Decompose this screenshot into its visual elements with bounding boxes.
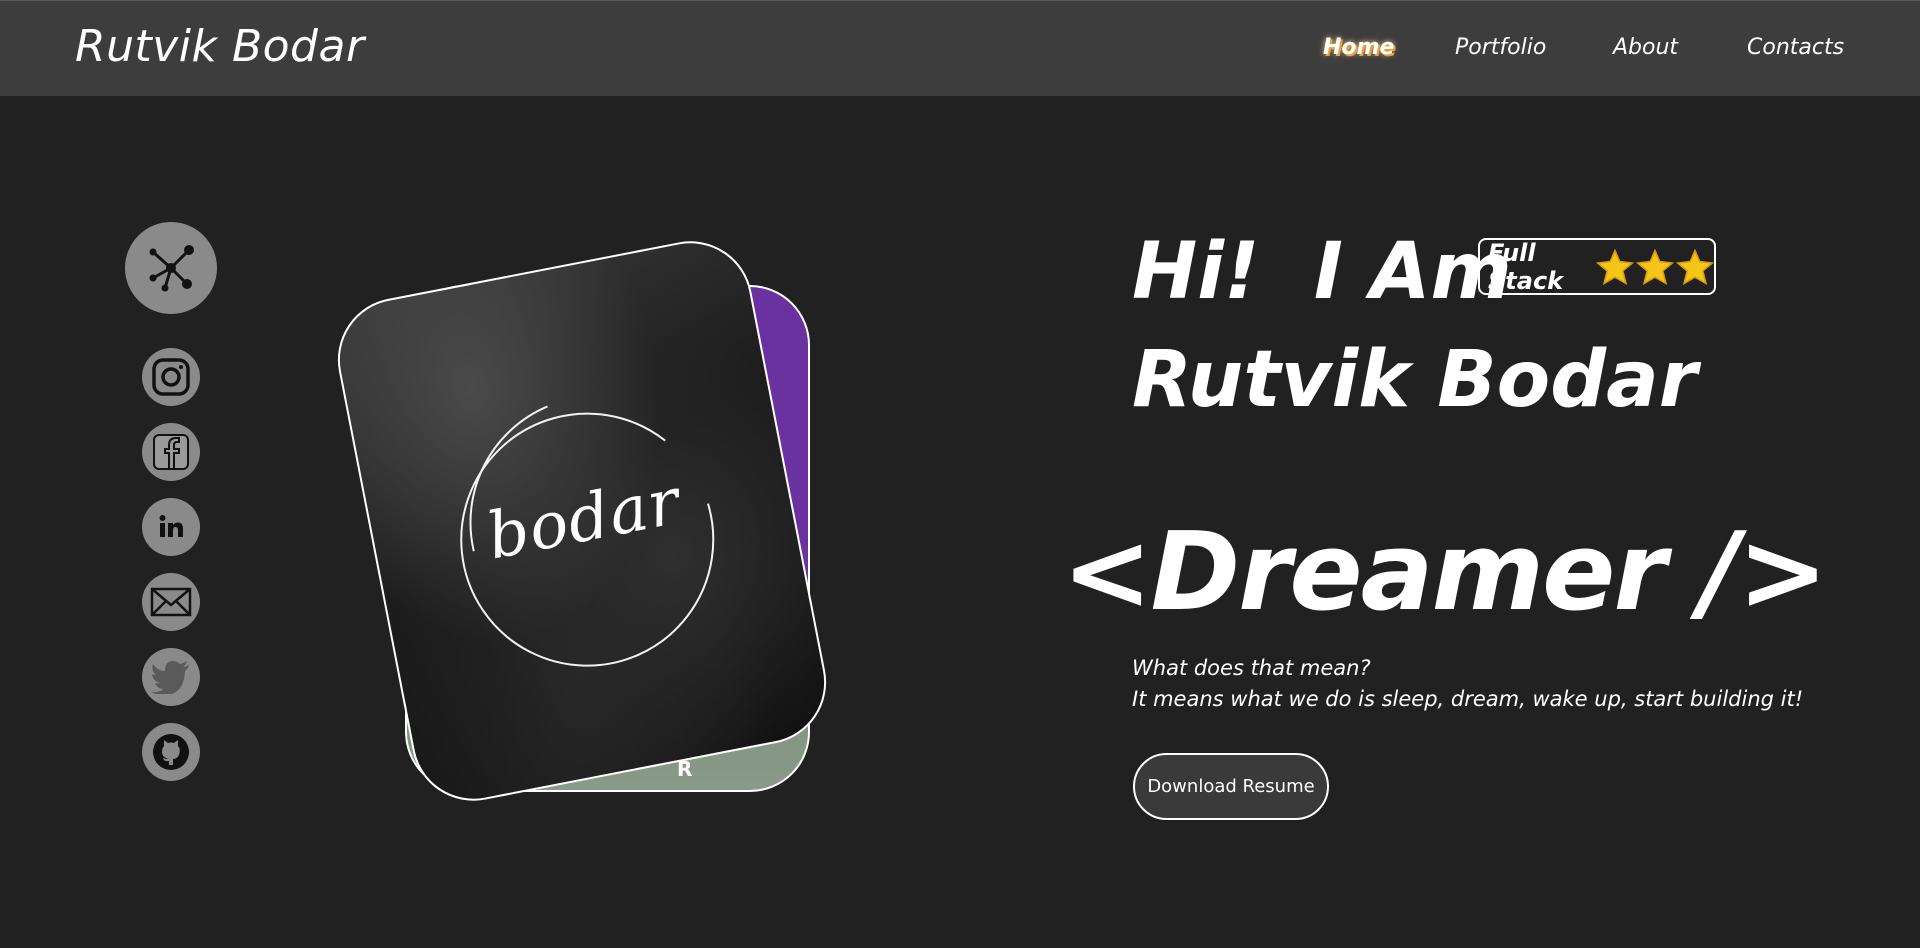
nav-contacts[interactable]: Contacts (1747, 35, 1844, 60)
nav-portfolio[interactable]: Portfolio (1455, 35, 1546, 60)
linkedin-link[interactable] (142, 498, 200, 556)
skill-badge: Full Stack (1478, 238, 1716, 295)
question-text: What does that mean? (1132, 656, 1371, 680)
linkedin-icon (159, 515, 183, 537)
rating-stars (1596, 248, 1714, 285)
badge-label: Full Stack (1488, 238, 1564, 295)
share-network-icon (149, 245, 194, 292)
instagram-icon (152, 358, 190, 396)
github-icon (153, 734, 189, 770)
nav-menu: Home Portfolio About Contacts (0, 35, 1920, 69)
answer-text: It means what we do is sleep, dream, wak… (1132, 687, 1804, 711)
mail-link[interactable] (142, 573, 200, 631)
twitter-link[interactable] (142, 648, 200, 706)
facebook-icon (153, 434, 189, 470)
download-resume-button[interactable]: Download Resume (1133, 753, 1329, 820)
star-icon (1676, 248, 1714, 285)
mail-icon (150, 587, 192, 617)
share-button[interactable] (125, 222, 217, 314)
hero-name: Rutvik Bodar (1132, 335, 1698, 425)
nav-home[interactable]: Home (1323, 35, 1394, 60)
star-icon (1596, 248, 1634, 285)
top-navbar: Rutvik Bodar Home Portfolio About Contac… (0, 0, 1920, 96)
hero-tagline: <Dreamer /> (1062, 510, 1828, 635)
nav-about[interactable]: About (1613, 35, 1678, 60)
github-link[interactable] (142, 723, 200, 781)
star-icon (1636, 248, 1674, 285)
twitter-icon (151, 661, 189, 694)
tagline-explanation: What does that mean? It means what we do… (1132, 653, 1803, 715)
instagram-link[interactable] (142, 348, 200, 406)
facebook-link[interactable] (142, 423, 200, 481)
